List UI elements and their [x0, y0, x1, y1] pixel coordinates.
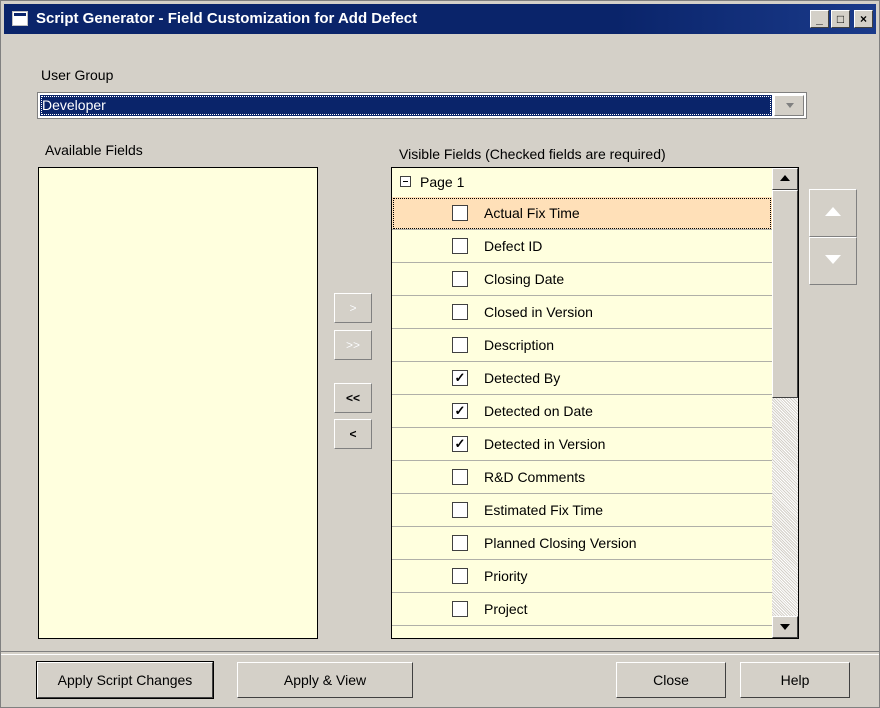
- visible-fields-label: Visible Fields (Checked fields are requi…: [399, 146, 666, 162]
- scroll-up-icon[interactable]: [772, 168, 798, 190]
- close-window-button[interactable]: ×: [854, 10, 873, 28]
- page-group-label: Page 1: [420, 174, 465, 190]
- scroll-thumb[interactable]: [772, 190, 798, 398]
- field-row[interactable]: ✓ Detected on Date: [392, 395, 772, 428]
- dropdown-arrow-icon[interactable]: [774, 95, 804, 116]
- checkbox[interactable]: [452, 601, 468, 617]
- visible-fields-scrollbar[interactable]: [772, 168, 798, 638]
- checked-checkbox[interactable]: ✓: [452, 403, 468, 419]
- field-label: Description: [484, 337, 555, 353]
- close-button[interactable]: Close: [616, 662, 726, 698]
- add-field-button[interactable]: >: [334, 293, 372, 323]
- field-label: Closing Date: [484, 271, 565, 287]
- field-row[interactable]: R&D Comments: [392, 461, 772, 494]
- field-row[interactable]: Planned Closing Version: [392, 527, 772, 560]
- field-label: Estimated Fix Time: [484, 502, 604, 518]
- checkbox[interactable]: [452, 502, 468, 518]
- checkbox[interactable]: [452, 238, 468, 254]
- scroll-down-icon[interactable]: [772, 616, 798, 638]
- script-generator-window: Script Generator - Field Customization f…: [0, 0, 880, 708]
- window-title: Script Generator - Field Customization f…: [36, 10, 418, 27]
- footer-separator: [1, 651, 879, 655]
- remove-field-button[interactable]: <: [334, 419, 372, 449]
- remove-all-fields-button[interactable]: <<: [334, 383, 372, 413]
- checkbox[interactable]: [452, 568, 468, 584]
- visible-fields-list[interactable]: Page 1 Actual Fix Time Defect ID Closing D…: [391, 167, 799, 639]
- field-label: Planned Closing Version: [484, 535, 637, 551]
- apply-and-view-button[interactable]: Apply & View: [237, 662, 413, 698]
- apply-script-changes-button[interactable]: Apply Script Changes: [36, 661, 214, 699]
- field-label: Priority: [484, 568, 528, 584]
- field-row[interactable]: Estimated Fix Time: [392, 494, 772, 527]
- maximize-button[interactable]: □: [831, 10, 850, 28]
- field-label: Actual Fix Time: [484, 205, 580, 221]
- available-fields-list[interactable]: [38, 167, 318, 639]
- checked-checkbox[interactable]: ✓: [452, 370, 468, 386]
- field-row[interactable]: Description: [392, 329, 772, 362]
- window-icon: [12, 11, 28, 26]
- field-label: Detected By: [484, 370, 561, 386]
- move-up-arrow-icon[interactable]: [809, 189, 857, 237]
- field-label: R&D Comments: [484, 469, 586, 485]
- collapse-icon[interactable]: [400, 176, 411, 187]
- field-row[interactable]: Defect ID: [392, 230, 772, 263]
- checkbox[interactable]: [452, 469, 468, 485]
- move-down-arrow-icon[interactable]: [809, 237, 857, 285]
- user-group-label: User Group: [41, 67, 114, 83]
- field-row[interactable]: Actual Fix Time: [392, 197, 772, 230]
- field-label: Detected on Date: [484, 403, 593, 419]
- field-label: Defect ID: [484, 238, 543, 254]
- checkbox[interactable]: [452, 271, 468, 287]
- help-button[interactable]: Help: [740, 662, 850, 698]
- field-row[interactable]: Closing Date: [392, 263, 772, 296]
- field-row[interactable]: Closed in Version: [392, 296, 772, 329]
- field-row[interactable]: Project: [392, 593, 772, 626]
- field-label: Project: [484, 601, 528, 617]
- field-row[interactable]: ✓ Detected By: [392, 362, 772, 395]
- user-group-select[interactable]: Developer: [37, 92, 807, 119]
- checkbox[interactable]: [452, 205, 468, 221]
- user-group-value[interactable]: Developer: [40, 95, 772, 116]
- available-fields-label: Available Fields: [45, 142, 143, 158]
- page-group-row[interactable]: Page 1: [392, 168, 772, 197]
- field-label: Detected in Version: [484, 436, 606, 452]
- field-row[interactable]: ✓ Detected in Version: [392, 428, 772, 461]
- add-all-fields-button[interactable]: >>: [334, 330, 372, 360]
- minimize-button[interactable]: _: [810, 10, 829, 28]
- title-bar[interactable]: Script Generator - Field Customization f…: [4, 4, 876, 34]
- checkbox[interactable]: [452, 535, 468, 551]
- field-row[interactable]: Priority: [392, 560, 772, 593]
- checkbox[interactable]: [452, 337, 468, 353]
- field-label: Closed in Version: [484, 304, 593, 320]
- checked-checkbox[interactable]: ✓: [452, 436, 468, 452]
- checkbox[interactable]: [452, 304, 468, 320]
